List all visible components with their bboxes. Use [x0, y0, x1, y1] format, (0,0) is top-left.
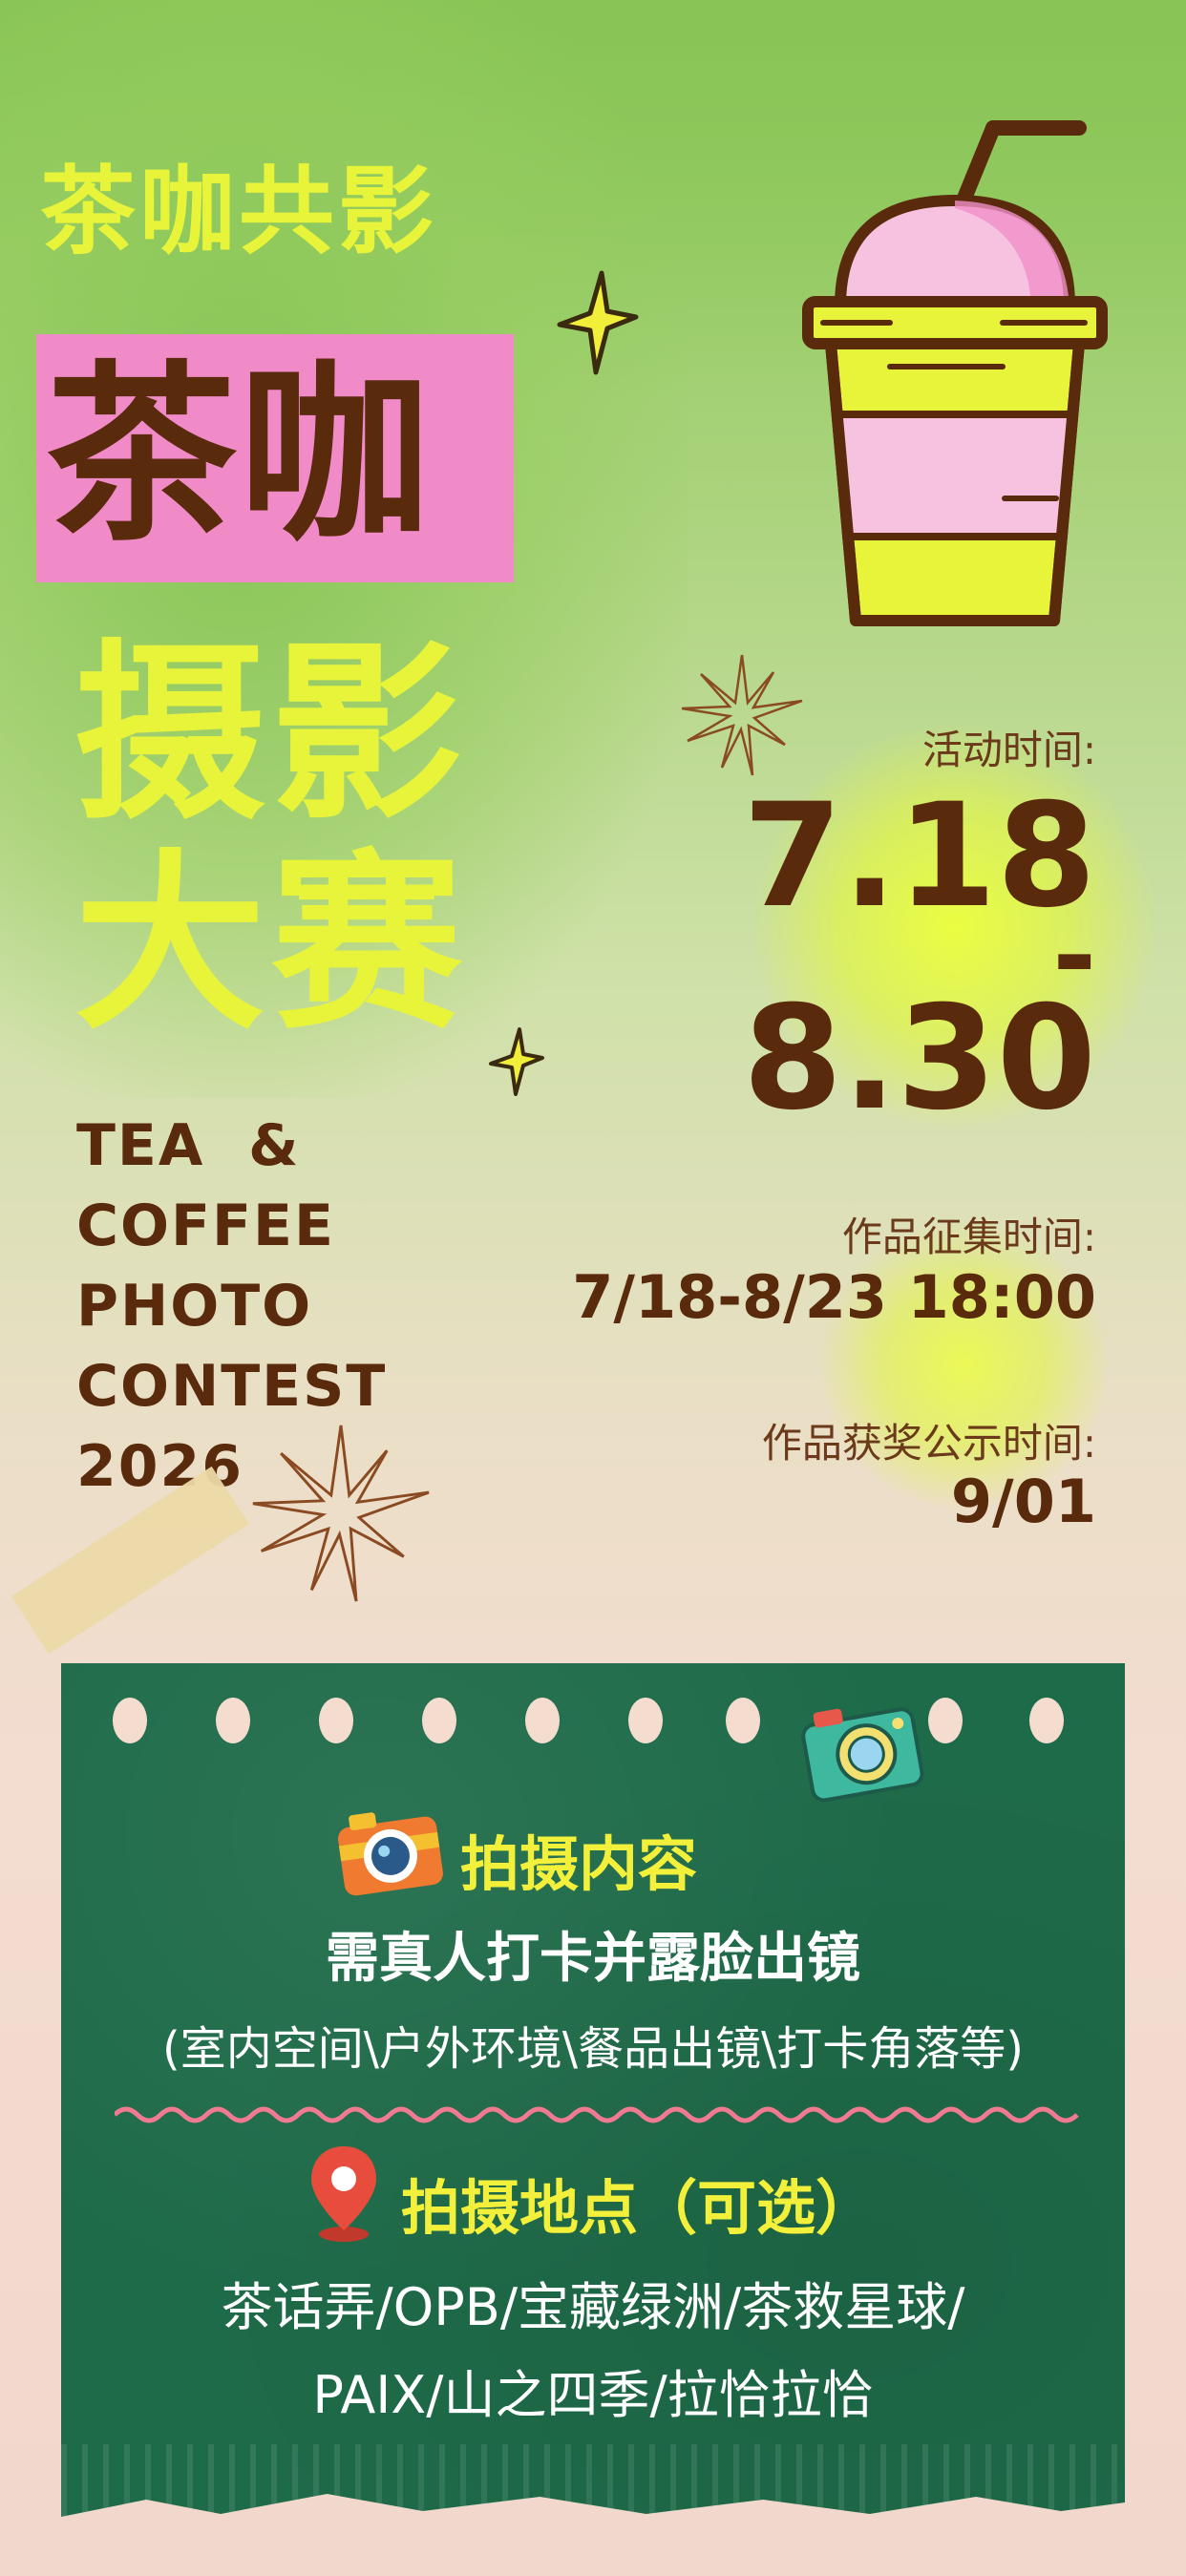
section-shooting-content-title: 拍摄内容 [460, 1829, 698, 1899]
sparkle-icon [489, 1027, 544, 1096]
binder-hole [525, 1698, 560, 1743]
english-title-line: 2026 [76, 1433, 244, 1500]
award-time-label: 作品获奖公示时间: [761, 1420, 1096, 1467]
starburst-icon [681, 654, 803, 776]
english-title: TEA & COFFEE PHOTO CONTEST 2026 [76, 1106, 387, 1507]
activity-end-date: 8.30 [742, 976, 1096, 1142]
sparkle-icon [557, 270, 639, 375]
poster: 茶咖共影 茶咖 摄影 大赛 TEA & COFFEE PHOTO CONTEST… [0, 0, 1186, 2576]
award-time-value: 9/01 [950, 1467, 1096, 1536]
title-tea-coffee-together: 茶咖共影 [40, 156, 437, 267]
binder-hole [319, 1698, 353, 1743]
binder-hole [928, 1698, 963, 1743]
title-photography: 摄影 [74, 623, 469, 846]
title-tea-coffee: 茶咖 [46, 345, 433, 567]
location-pin-icon [311, 2146, 376, 2242]
location-list-line1: 茶话弄/OPB/宝藏绿洲/茶救星球/ [221, 2277, 965, 2337]
title-contest: 大赛 [74, 834, 469, 1056]
wavy-divider [115, 2106, 1079, 2123]
binder-hole [726, 1698, 760, 1743]
collection-time-value: 7/18-8/23 18:00 [572, 1262, 1096, 1332]
activity-start-date: 7.18 [742, 773, 1096, 940]
collection-time-label: 作品征集时间: [841, 1214, 1096, 1260]
english-title-line: PHOTO [76, 1273, 313, 1340]
english-title-line: TEA & [76, 1112, 301, 1179]
english-title-line: CONTEST [76, 1353, 388, 1420]
binder-hole [1029, 1698, 1064, 1743]
shooting-examples: (室内空间\户外环境\餐品出镜\打卡角落等) [162, 2022, 1024, 2076]
drink-cup-icon [802, 120, 1108, 626]
binder-hole [422, 1698, 456, 1743]
section-shooting-location-title: 拍摄地点（可选） [401, 2173, 876, 2243]
camera-icon [801, 1707, 924, 1803]
binder-hole [628, 1698, 663, 1743]
binder-hole [216, 1698, 250, 1743]
camera-icon [338, 1812, 443, 1896]
english-title-line: COFFEE [76, 1193, 335, 1259]
location-list-line2: PAIX/山之四季/拉恰拉恰 [312, 2365, 874, 2425]
binder-hole [113, 1698, 147, 1743]
activity-time-label: 活动时间: [921, 727, 1096, 773]
shooting-requirement: 需真人打卡并露脸出镜 [326, 1928, 860, 1990]
